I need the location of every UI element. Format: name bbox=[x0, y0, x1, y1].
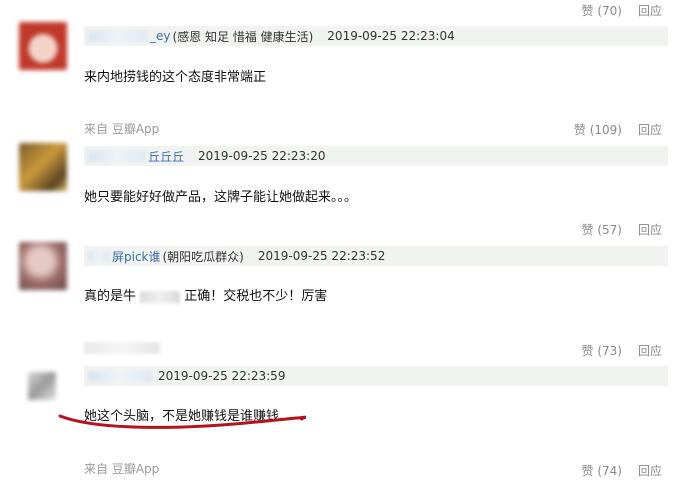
comment-actions: 赞 (74) 回应 bbox=[582, 462, 662, 479]
like-button[interactable]: 赞 (70) bbox=[582, 2, 622, 19]
comment-actions: 赞 (70) 回应 bbox=[582, 2, 662, 19]
username-blurred[interactable] bbox=[88, 250, 110, 262]
username-link[interactable]: 丘丘丘 bbox=[148, 148, 184, 165]
comment-text: 真的是牛 正确！交税也不少！厉害 bbox=[84, 285, 327, 304]
avatar[interactable] bbox=[19, 242, 67, 290]
comment-time: 2019-09-25 22:23:52 bbox=[257, 249, 386, 263]
user-identity: (感恩 知足 惜福 健康生活) bbox=[172, 29, 314, 44]
avatar[interactable] bbox=[19, 22, 67, 70]
comment-meta-bar: 2019-09-25 22:23:59 bbox=[84, 366, 668, 386]
avatar[interactable] bbox=[19, 143, 67, 191]
red-underline-annotation bbox=[58, 414, 306, 429]
comment-time: 2019-09-25 22:23:04 bbox=[327, 29, 455, 43]
like-button[interactable]: 赞 (74) bbox=[582, 462, 622, 479]
reply-button[interactable]: 回应 bbox=[638, 342, 662, 359]
comment-source: 来自 豆瓣App bbox=[84, 122, 160, 136]
comment-text-start: 真的是牛 bbox=[84, 289, 137, 304]
comment-source: 来自 豆瓣App bbox=[84, 462, 160, 476]
comment-time: 2019-09-25 22:23:59 bbox=[158, 369, 286, 383]
comment-text: 来内地捞钱的这个态度非常端正 bbox=[84, 70, 267, 85]
reply-button[interactable]: 回应 bbox=[638, 2, 662, 19]
username-blurred[interactable] bbox=[88, 370, 152, 382]
reply-button[interactable]: 回应 bbox=[638, 221, 662, 238]
comment-actions: 赞 (109) 回应 bbox=[574, 121, 662, 138]
censored-word bbox=[140, 290, 181, 303]
comment-source-blurred bbox=[84, 340, 160, 354]
comment-text-end: 正确！交税也不少！厉害 bbox=[184, 289, 328, 304]
username-blurred[interactable] bbox=[88, 30, 148, 42]
username-link[interactable]: 屏pick谁 bbox=[112, 248, 161, 265]
comment-actions: 赞 (73) 回应 bbox=[582, 342, 662, 359]
comment-actions: 赞 (57) 回应 bbox=[582, 221, 662, 238]
reply-button[interactable]: 回应 bbox=[638, 462, 662, 479]
like-button[interactable]: 赞 (73) bbox=[582, 342, 622, 359]
username-blurred[interactable] bbox=[88, 150, 146, 162]
like-button[interactable]: 赞 (109) bbox=[574, 121, 622, 138]
comment-text: 她只要能好好做产品，这牌子能让她做起来。。。 bbox=[84, 190, 358, 205]
reply-button[interactable]: 回应 bbox=[638, 121, 662, 138]
comment-meta-bar: 丘丘丘 2019-09-25 22:23:20 bbox=[84, 146, 668, 166]
comment-meta-bar: _ey (感恩 知足 惜福 健康生活) 2019-09-25 22:23:04 bbox=[84, 26, 668, 46]
comment-time: 2019-09-25 22:23:20 bbox=[198, 149, 326, 163]
user-identity: (朝阳吃瓜群众) bbox=[162, 249, 244, 264]
avatar[interactable] bbox=[28, 372, 56, 400]
username-link[interactable]: _ey bbox=[150, 29, 170, 43]
comment-meta-bar: 屏pick谁 (朝阳吃瓜群众) 2019-09-25 22:23:52 bbox=[84, 246, 668, 266]
like-button[interactable]: 赞 (57) bbox=[582, 221, 622, 238]
